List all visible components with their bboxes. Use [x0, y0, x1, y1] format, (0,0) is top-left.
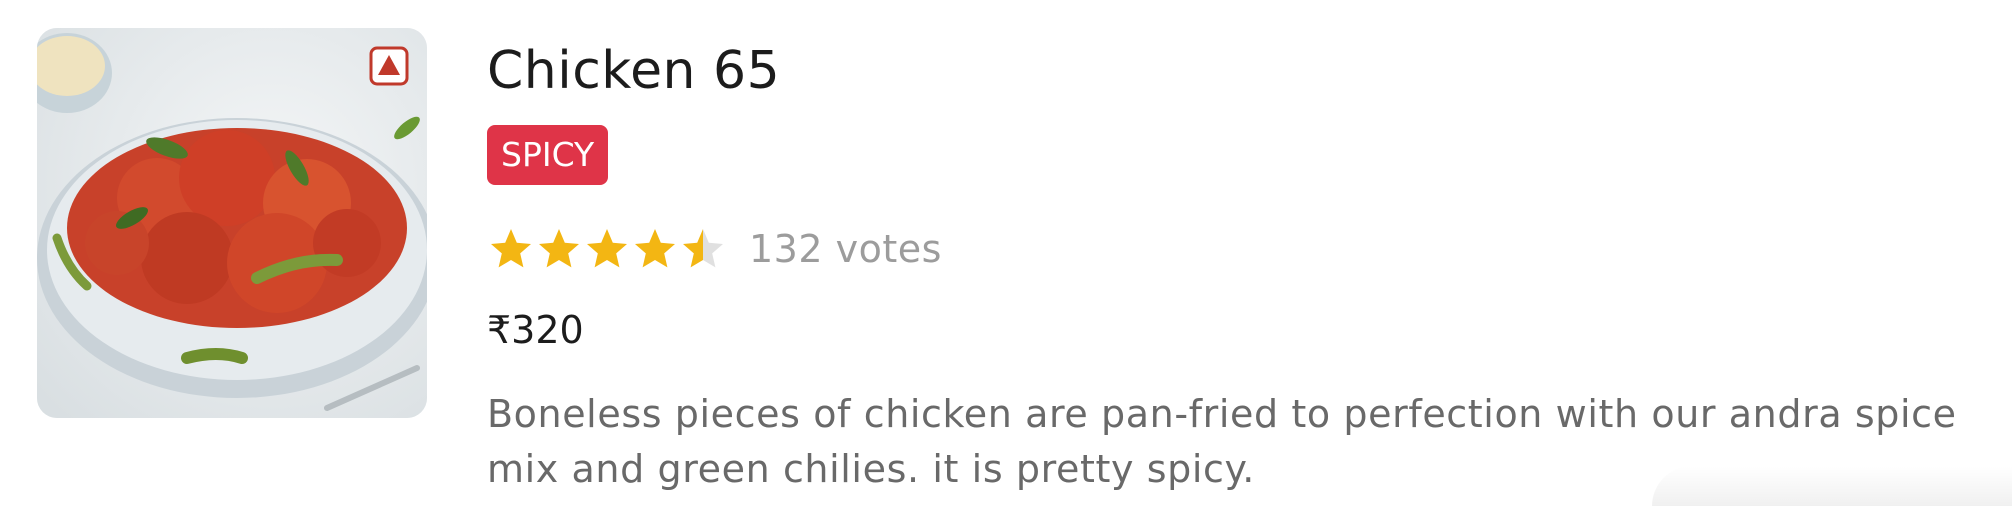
- star-filled-icon: [539, 229, 579, 268]
- non-veg-mark-icon: [369, 46, 409, 86]
- star-half-icon: [683, 229, 723, 268]
- dish-name: Chicken 65: [487, 41, 781, 101]
- dish-price: ₹320: [487, 308, 584, 352]
- dish-image[interactable]: [37, 28, 427, 418]
- dish-photo: [37, 28, 427, 418]
- rating: 132 votes: [487, 222, 942, 276]
- votes-count: 132 votes: [749, 227, 942, 271]
- spicy-tag: SPICY: [487, 125, 609, 185]
- star-filled-icon: [635, 229, 675, 268]
- star-filled-icon: [491, 229, 531, 268]
- menu-item-card[interactable]: Chicken 65 SPICY 132 votes ₹320 Boneless…: [0, 0, 2012, 506]
- star-filled-icon: [587, 229, 627, 268]
- rating-stars: [487, 225, 727, 273]
- bottom-shadow: [1652, 466, 2012, 506]
